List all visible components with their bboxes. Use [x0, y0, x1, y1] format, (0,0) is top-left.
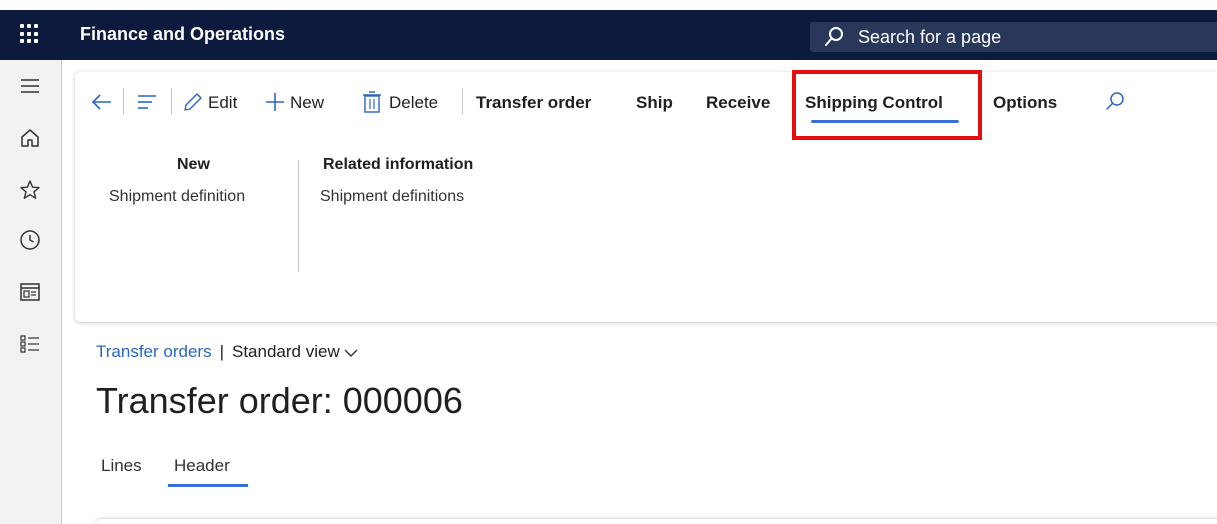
- tab-options[interactable]: Options: [993, 90, 1057, 116]
- action-pane: Edit New Delete Transfer order Ship Rece…: [75, 70, 1217, 322]
- list-view-icon[interactable]: [135, 90, 159, 114]
- trash-icon[interactable]: [360, 90, 384, 114]
- group-separator: [298, 160, 299, 272]
- plus-icon[interactable]: [263, 90, 287, 114]
- left-nav: [0, 60, 62, 524]
- search-icon: [825, 27, 843, 46]
- pencil-icon[interactable]: [181, 90, 205, 114]
- shipment-definition-button[interactable]: Shipment definition: [109, 188, 245, 206]
- star-icon[interactable]: [18, 178, 42, 202]
- app-title[interactable]: Finance and Operations: [80, 24, 285, 45]
- hamburger-icon[interactable]: [18, 74, 42, 98]
- separator: [171, 88, 172, 114]
- shipment-definitions-button[interactable]: Shipment definitions: [320, 188, 464, 206]
- group-title-new: New: [177, 156, 210, 173]
- tab-transfer-order[interactable]: Transfer order: [476, 90, 591, 116]
- search-icon[interactable]: [1103, 90, 1127, 114]
- app-launcher-icon[interactable]: [20, 24, 40, 44]
- search-box[interactable]: Search for a page: [810, 22, 1217, 52]
- chevron-down-icon[interactable]: [344, 348, 358, 358]
- breadcrumb-separator: |: [219, 342, 224, 361]
- breadcrumb-link[interactable]: Transfer orders: [96, 342, 212, 361]
- tab-receive[interactable]: Receive: [706, 90, 770, 116]
- group-title-related-information: Related information: [323, 156, 474, 173]
- search-placeholder: Search for a page: [858, 27, 1002, 47]
- home-icon[interactable]: [18, 126, 42, 150]
- highlight-box: [792, 70, 982, 140]
- content-card: [95, 518, 1217, 524]
- breadcrumb: Transfer orders | Standard view: [96, 342, 358, 362]
- delete-button[interactable]: Delete: [389, 90, 438, 116]
- page-title: Transfer order: 000006: [96, 380, 463, 421]
- modules-icon[interactable]: [18, 332, 42, 356]
- active-tab-indicator: [168, 484, 248, 487]
- separator: [123, 88, 124, 114]
- tab-lines[interactable]: Lines: [101, 456, 142, 476]
- separator: [462, 88, 463, 114]
- view-selector[interactable]: Standard view: [232, 342, 340, 361]
- edit-button[interactable]: Edit: [208, 90, 237, 116]
- workspace-icon[interactable]: [18, 280, 42, 304]
- new-button[interactable]: New: [290, 90, 324, 116]
- top-bar: Finance and Operations Search for a page: [0, 10, 1217, 60]
- clock-icon[interactable]: [18, 228, 42, 252]
- back-arrow-icon[interactable]: [89, 90, 113, 114]
- tab-ship[interactable]: Ship: [636, 90, 673, 116]
- tab-header[interactable]: Header: [174, 456, 230, 476]
